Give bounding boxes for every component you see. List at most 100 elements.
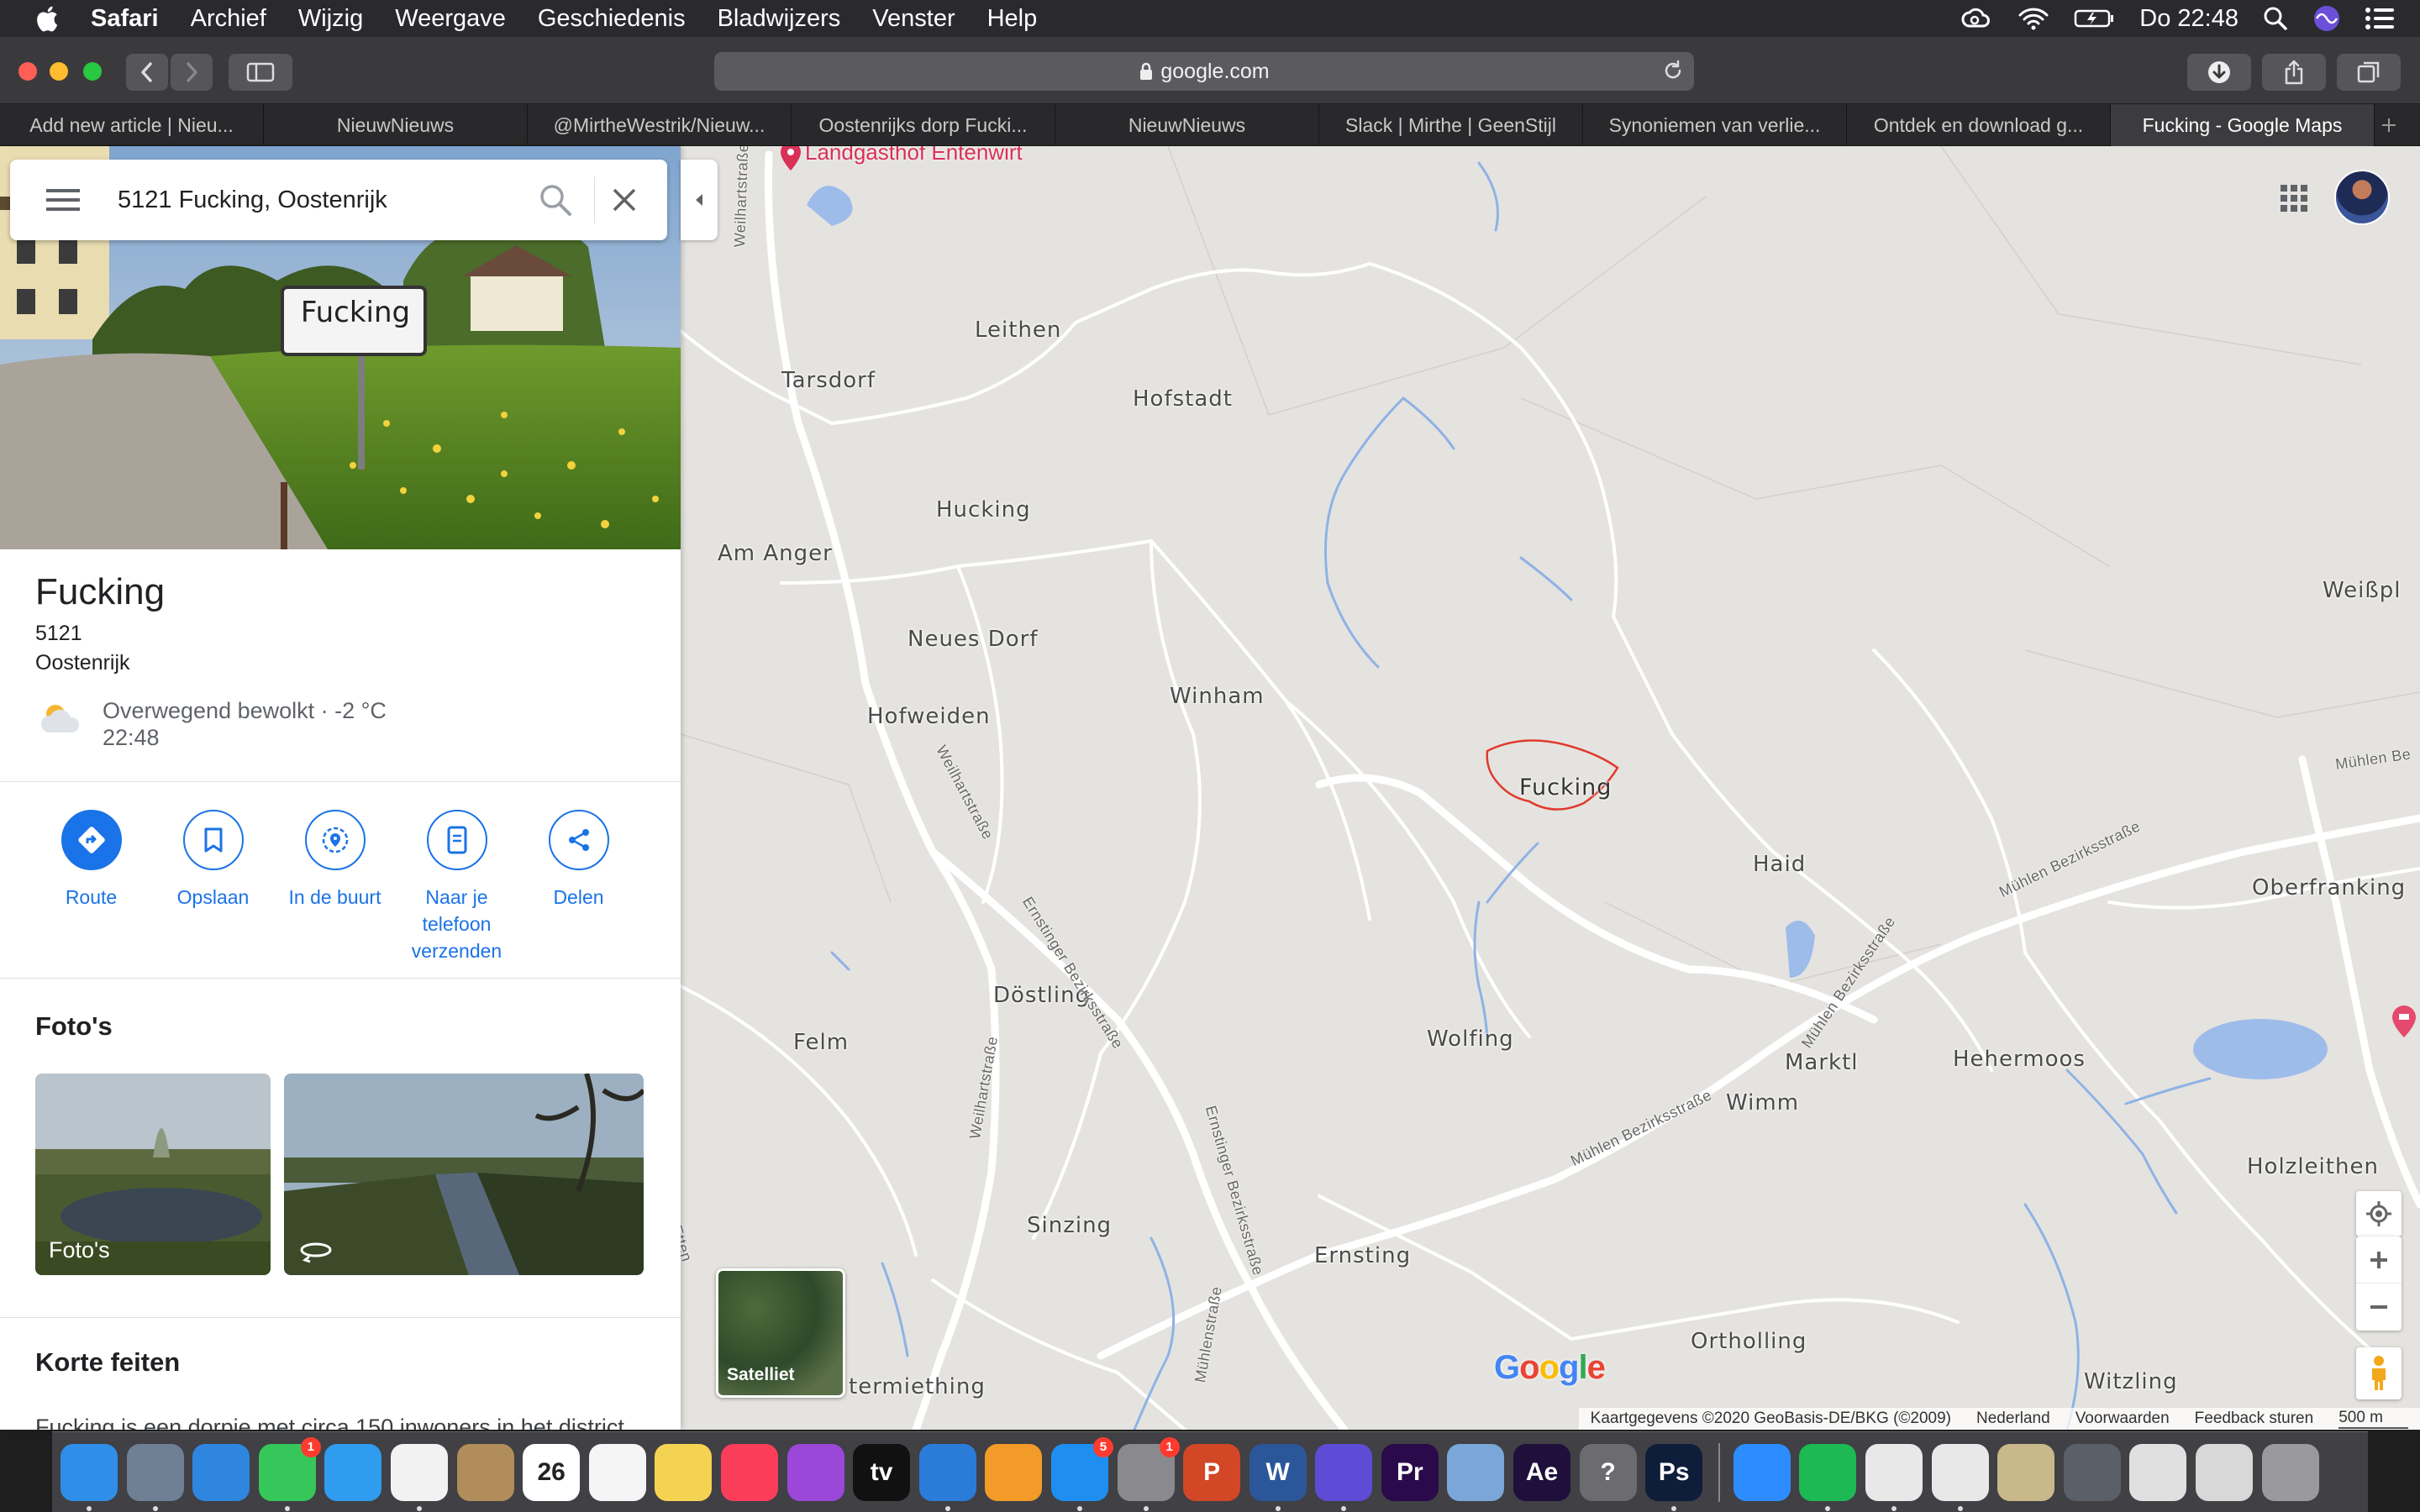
dock-facetime-icon[interactable]: 1 bbox=[258, 1436, 321, 1511]
menu-bladwijzers[interactable]: Bladwijzers bbox=[718, 5, 841, 33]
share-page-button[interactable] bbox=[2262, 54, 2326, 91]
dock-pages-icon[interactable] bbox=[985, 1443, 1043, 1501]
dock-chrome-icon[interactable] bbox=[1865, 1443, 1923, 1511]
route-button[interactable]: Route bbox=[30, 810, 152, 964]
menu-clock[interactable]: Do 22:48 bbox=[2139, 5, 2238, 33]
collapse-panel-button[interactable] bbox=[681, 160, 718, 240]
map-place-hucking[interactable]: Hucking bbox=[936, 497, 1031, 522]
tab-mirthewestrik[interactable]: @MirtheWestrik/Nieuw... bbox=[528, 104, 792, 146]
dock-system-preferences-icon[interactable]: 1 bbox=[1117, 1436, 1180, 1511]
my-location-button[interactable] bbox=[2356, 1191, 2402, 1236]
new-tab-button[interactable] bbox=[2375, 104, 2403, 145]
dock-reminders-icon[interactable] bbox=[588, 1443, 646, 1501]
map-place-wimm[interactable]: Wimm bbox=[1726, 1090, 1799, 1116]
map-canvas[interactable]: Landgasthof Entenwirt Leithen Tarsdorf H… bbox=[681, 146, 2420, 1430]
street-view-pegman[interactable] bbox=[2356, 1347, 2402, 1399]
dock-music-icon[interactable] bbox=[720, 1443, 778, 1501]
map-place-holzleithen[interactable]: Holzleithen bbox=[2247, 1154, 2379, 1179]
dock-preview-icon[interactable] bbox=[1447, 1443, 1505, 1501]
satellite-layer-toggle[interactable]: Satelliet bbox=[716, 1268, 845, 1398]
dock-safari-icon[interactable] bbox=[192, 1443, 250, 1501]
forward-button[interactable] bbox=[171, 54, 213, 91]
hotel-pin-icon[interactable] bbox=[2391, 1005, 2417, 1038]
fullscreen-window-button[interactable] bbox=[83, 62, 102, 81]
dock-word-icon[interactable]: W bbox=[1249, 1443, 1307, 1511]
dock-spotify-icon[interactable] bbox=[1799, 1443, 1857, 1511]
map-place-leithen[interactable]: Leithen bbox=[975, 318, 1061, 343]
tab-google-maps[interactable]: Fucking - Google Maps bbox=[2111, 104, 2375, 146]
tab-oostenrijks-dorp[interactable]: Oostenrijks dorp Fucki... bbox=[792, 104, 1055, 146]
map-place-oberfranking[interactable]: Oberfranking bbox=[2252, 875, 2406, 900]
save-button[interactable]: Opslaan bbox=[152, 810, 274, 964]
map-place-am-anger[interactable]: Am Anger bbox=[718, 541, 833, 566]
tab-ontdek[interactable]: Ontdek en download g... bbox=[1847, 104, 2111, 146]
tab-nieuwnieuws[interactable]: NieuwNieuws bbox=[264, 104, 528, 146]
reload-icon[interactable] bbox=[1662, 60, 1684, 81]
dock-zoom-icon[interactable] bbox=[1733, 1443, 1791, 1501]
nearby-button[interactable]: In de buurt bbox=[274, 810, 396, 964]
tab-slack[interactable]: Slack | Mirthe | GeenStijl bbox=[1319, 104, 1583, 146]
tab-overview-button[interactable] bbox=[2337, 54, 2401, 91]
dock-messages-icon[interactable] bbox=[324, 1443, 382, 1501]
siri-icon[interactable] bbox=[2312, 4, 2341, 33]
send-to-phone-button[interactable]: Naar je telefoon verzenden bbox=[396, 810, 518, 964]
creative-cloud-icon[interactable] bbox=[1960, 6, 1993, 31]
dock-tv-icon[interactable]: tv bbox=[853, 1443, 911, 1501]
map-place-sinzing[interactable]: Sinzing bbox=[1027, 1213, 1112, 1238]
dock-imovie-icon[interactable] bbox=[1315, 1443, 1373, 1511]
sidebar-toggle-button[interactable] bbox=[229, 54, 292, 91]
notification-center-icon[interactable] bbox=[2365, 6, 2395, 31]
dock-premiere-pro-icon[interactable]: Pr bbox=[1381, 1443, 1439, 1501]
spotlight-search-icon[interactable] bbox=[2262, 5, 2289, 32]
close-window-button[interactable] bbox=[18, 62, 37, 81]
map-place-hehermoos[interactable]: Hehermoos bbox=[1953, 1047, 2086, 1072]
share-button[interactable]: Delen bbox=[518, 810, 639, 964]
tab-nieuwnieuws-2[interactable]: NieuwNieuws bbox=[1055, 104, 1319, 146]
search-input[interactable]: 5121 Fucking, Oostenrijk bbox=[118, 186, 539, 214]
address-bar[interactable]: google.com bbox=[714, 52, 1694, 91]
dock-powerpoint-icon[interactable]: P bbox=[1183, 1443, 1241, 1501]
menu-geschiedenis[interactable]: Geschiedenis bbox=[538, 5, 686, 33]
account-avatar[interactable] bbox=[2334, 170, 2390, 225]
tab-add-new-article[interactable]: Add new article | Nieu... bbox=[0, 104, 264, 146]
dock-folder-2-icon[interactable] bbox=[2063, 1443, 2121, 1501]
google-apps-icon[interactable] bbox=[2277, 181, 2311, 215]
hamburger-menu-icon[interactable] bbox=[39, 187, 87, 213]
map-place-ortholling[interactable]: Ortholling bbox=[1691, 1329, 1807, 1354]
dock-folder-3-icon[interactable] bbox=[2129, 1443, 2187, 1501]
map-data-credit[interactable]: Kaartgegevens ©2020 GeoBasis-DE/BKG (©20… bbox=[1591, 1410, 1951, 1428]
tab-synoniemen[interactable]: Synoniemen van verlie... bbox=[1583, 104, 1847, 146]
photo-thumbnail-1[interactable]: Foto's bbox=[35, 1074, 271, 1275]
apple-icon[interactable] bbox=[34, 3, 64, 34]
map-place-hofstadt[interactable]: Hofstadt bbox=[1133, 386, 1233, 412]
menu-app-safari[interactable]: Safari bbox=[91, 5, 159, 33]
map-place-witzling[interactable]: Witzling bbox=[2084, 1369, 2178, 1394]
dock-folder-4-icon[interactable] bbox=[2196, 1443, 2253, 1501]
search-box[interactable]: 5121 Fucking, Oostenrijk bbox=[10, 160, 667, 240]
restaurant-pin-icon[interactable] bbox=[780, 146, 802, 171]
map-place-ernsting[interactable]: Ernsting bbox=[1314, 1243, 1411, 1268]
zoom-out-button[interactable] bbox=[2356, 1284, 2402, 1331]
dock-folder-1-icon[interactable] bbox=[1997, 1443, 2055, 1501]
dock-photos-icon[interactable] bbox=[390, 1443, 448, 1511]
minimize-window-button[interactable] bbox=[50, 62, 68, 81]
close-icon[interactable] bbox=[612, 187, 637, 213]
map-place-weisspl[interactable]: Weißpl bbox=[2323, 578, 2402, 603]
dock-after-effects-icon[interactable]: Ae bbox=[1513, 1443, 1571, 1501]
dock-launchpad-icon[interactable] bbox=[126, 1443, 184, 1511]
dock-app-store-icon[interactable]: 5 bbox=[1050, 1436, 1113, 1511]
photo-thumbnail-2[interactable] bbox=[284, 1074, 644, 1275]
search-icon[interactable] bbox=[539, 183, 572, 217]
dock-keynote-icon[interactable] bbox=[918, 1443, 976, 1511]
map-place-winham[interactable]: Winham bbox=[1170, 684, 1265, 709]
map-place-marktl[interactable]: Marktl bbox=[1785, 1050, 1859, 1075]
wifi-icon[interactable] bbox=[2017, 6, 2050, 31]
dock-chrome-2-icon[interactable] bbox=[1931, 1443, 1989, 1511]
scale-bar[interactable]: 500 m bbox=[2338, 1409, 2408, 1429]
menu-weergave[interactable]: Weergave bbox=[395, 5, 506, 33]
map-place-tarsdorf[interactable]: Tarsdorf bbox=[781, 368, 876, 393]
dock-help-icon[interactable]: ? bbox=[1579, 1443, 1637, 1501]
dock-notes-icon[interactable] bbox=[655, 1443, 713, 1501]
downloads-button[interactable] bbox=[2187, 54, 2251, 91]
dock-trash-icon[interactable] bbox=[2261, 1443, 2319, 1501]
